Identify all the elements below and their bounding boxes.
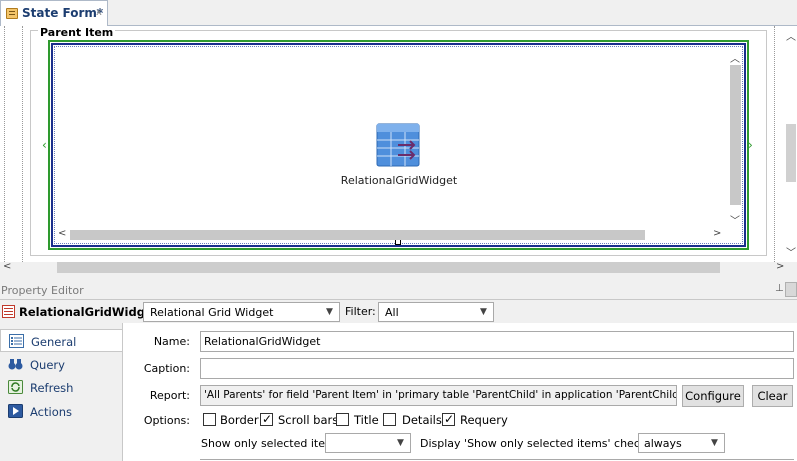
category-query[interactable]: Query [0,353,122,376]
canvas-horizontal-scrollbar[interactable]: < > [0,261,797,276]
document-tab-bar: State Form* x [0,0,797,26]
report-value: 'All Parents' for field 'Parent Item' in… [204,389,677,401]
category-label: Refresh [30,381,74,395]
chevron-down-icon[interactable]: ﹀ [730,212,740,227]
chevron-down-icon: ▼ [326,307,333,317]
scrollbar-thumb[interactable] [70,230,645,240]
display-checkbox-value: always [644,437,682,450]
tab-label: State Form* [22,6,104,20]
close-icon[interactable]: x [96,7,102,18]
chevron-up-icon[interactable]: ︿ [786,28,796,43]
chevron-up-icon[interactable]: ︿ [730,50,740,65]
chevron-down-icon: ▼ [711,438,718,448]
report-field: 'All Parents' for field 'Parent Item' in… [200,385,677,406]
chevron-down-icon: ▼ [480,307,487,317]
title-checkbox-label: Title [354,413,379,427]
name-field[interactable]: RelationalGridWidget [200,331,794,352]
clear-button[interactable]: Clear [752,385,793,407]
resize-handle-left[interactable]: ‹ [42,138,47,152]
property-editor-title: Property Editor [1,284,84,297]
name-value: RelationalGridWidget [204,335,321,348]
widget-horizontal-scrollbar[interactable]: < > [56,227,726,241]
category-actions[interactable]: Actions [0,400,122,423]
filter-select[interactable]: All ▼ [378,302,494,322]
title-checkbox[interactable] [336,413,349,426]
show-only-selected-select[interactable]: ▼ [325,433,411,453]
filter-label: Filter: [345,305,376,318]
details-checkbox-label: Details [402,413,442,427]
scroll-bars-checkbox[interactable] [260,412,273,426]
chevron-down-icon[interactable]: ﹀ [786,244,796,259]
show-only-selected-label: Show only selected item: [201,437,340,450]
widget-type-icon [2,305,15,318]
requery-checkbox[interactable] [442,412,455,426]
category-label: Actions [30,405,73,419]
design-canvas[interactable]: Parent Item ‹ › RelationalGridWidget ︿ ﹀… [0,26,797,262]
scrollbar-thumb[interactable] [57,262,720,273]
display-checkbox-label: Display 'Show only selected items' check… [420,437,670,450]
configure-button[interactable]: Configure [682,385,744,407]
caption-field[interactable] [200,358,794,379]
property-editor-toolbar: RelationalGridWidget Relational Grid Wid… [0,299,797,323]
report-label: Report: [149,389,190,402]
name-label: Name: [153,335,190,348]
property-category-list: General Query Refresh Actions [0,323,123,461]
canvas-vertical-scrollbar[interactable]: ︿ ﹀ [783,26,797,262]
caption-label: Caption: [143,362,190,375]
chevron-down-icon: ▼ [397,438,404,448]
scroll-bars-checkbox-label: Scroll bars [278,413,339,427]
frame-title: Parent Item [38,26,116,39]
chevron-right-icon[interactable]: > [776,261,784,272]
play-icon [8,404,23,418]
property-form: Name: RelationalGridWidget Caption: Repo… [123,323,797,461]
margin-guide-left-inner [22,26,23,262]
category-general[interactable]: General [0,329,122,352]
tab-state-form[interactable]: State Form* x [0,0,108,26]
border-checkbox-label: Border [220,413,259,427]
selected-object-name: RelationalGridWidget [19,305,159,319]
widget-vertical-scrollbar[interactable]: ︿ ﹀ [728,50,742,227]
chevron-left-icon[interactable]: < [3,261,11,272]
filter-value: All [385,306,399,319]
widget-label: RelationalGridWidget [340,174,458,187]
panel-scrollbar[interactable] [785,282,797,297]
refresh-icon [8,380,23,394]
border-checkbox[interactable] [203,413,216,426]
margin-guide-left [4,26,5,262]
category-label: General [31,335,77,349]
resize-handle-right[interactable]: › [748,138,753,152]
options-label: Options: [143,414,190,427]
list-icon [9,334,24,348]
display-checkbox-select[interactable]: always ▼ [638,433,725,453]
scrollbar-thumb[interactable] [786,124,796,182]
margin-guide-right [774,26,775,262]
category-refresh[interactable]: Refresh [0,376,122,399]
grid-widget-icon [376,123,420,167]
chevron-left-icon[interactable]: < [58,228,66,239]
object-type-select[interactable]: Relational Grid Widget ▼ [143,302,340,322]
form-icon [6,8,18,19]
requery-checkbox-label: Requery [460,413,508,427]
scrollbar-thumb[interactable] [730,65,741,205]
category-label: Query [30,358,65,372]
property-editor-header: Property Editor ⊥ [0,281,797,299]
object-type-value: Relational Grid Widget [150,306,274,319]
binoculars-icon [8,359,23,370]
chevron-right-icon[interactable]: > [713,228,721,239]
details-checkbox[interactable] [383,413,396,426]
pin-icon[interactable]: ⊥ [775,283,784,294]
